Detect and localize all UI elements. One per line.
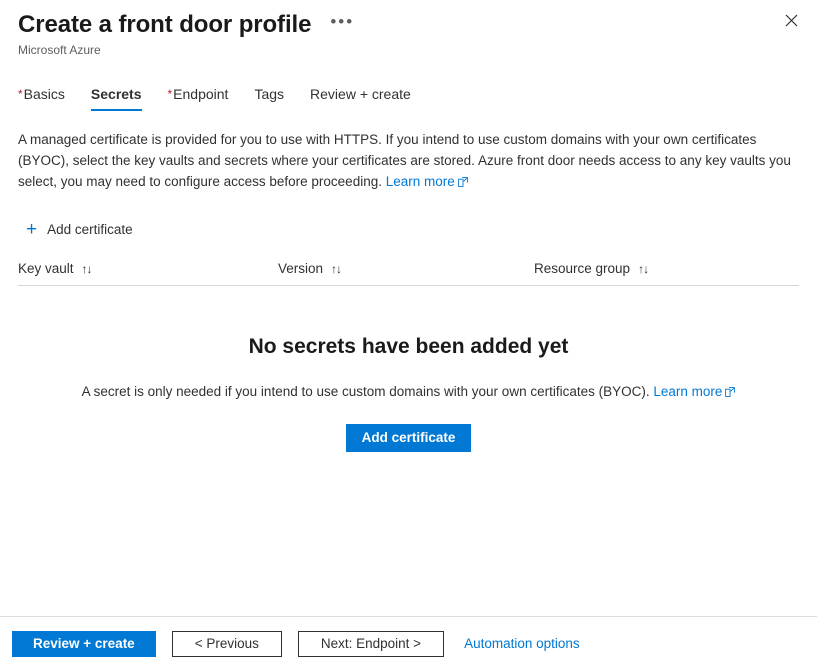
column-header-version-label: Version <box>278 261 324 276</box>
previous-button[interactable]: < Previous <box>171 630 282 657</box>
required-indicator-endpoint: * <box>167 87 173 101</box>
secrets-grid-header: Key vault ↑↓ Version ↑↓ Resource group ↑… <box>18 254 799 286</box>
title-row: Create a front door profile ••• <box>18 10 817 40</box>
review-create-button[interactable]: Review + create <box>12 630 156 657</box>
learn-more-label-empty-state: Learn more <box>653 384 723 399</box>
empty-state-title: No secrets have been added yet <box>248 335 569 358</box>
automation-options-link[interactable]: Automation options <box>464 636 580 651</box>
blade-header: Create a front door profile ••• Microsof… <box>0 0 817 58</box>
empty-state-subtitle-text: A secret is only needed if you intend to… <box>81 384 650 399</box>
tab-review-create-label: Review + create <box>310 86 411 102</box>
tab-endpoint[interactable]: *Endpoint <box>168 84 229 111</box>
tab-endpoint-label: Endpoint <box>173 86 229 102</box>
tab-tags-label: Tags <box>254 86 285 102</box>
required-indicator-basics: * <box>18 87 23 101</box>
empty-state: No secrets have been added yet A secret … <box>18 333 799 452</box>
column-header-key-vault[interactable]: Key vault ↑↓ <box>18 261 278 276</box>
sort-icon-key-vault: ↑↓ <box>81 261 93 276</box>
column-header-key-vault-label: Key vault <box>18 261 74 276</box>
learn-more-label-description: Learn more <box>385 174 455 189</box>
tab-secrets-label: Secrets <box>90 86 142 102</box>
secrets-description: A managed certificate is provided for yo… <box>18 129 799 192</box>
tab-secrets[interactable]: Secrets <box>90 84 142 111</box>
close-icon[interactable] <box>778 7 804 33</box>
tab-basics[interactable]: *Basics <box>18 84 65 111</box>
tab-bar: *Basics Secrets *Endpoint Tags Review + … <box>0 83 817 111</box>
tab-tags[interactable]: Tags <box>254 84 284 111</box>
add-certificate-command-label: Add certificate <box>47 221 133 237</box>
column-header-resource-group-label: Resource group <box>534 261 631 276</box>
command-bar: + Add certificate <box>18 214 799 244</box>
tab-review-create[interactable]: Review + create <box>310 84 411 111</box>
tab-basics-label: Basics <box>23 86 65 102</box>
wizard-footer: Review + create < Previous Next: Endpoin… <box>0 616 817 670</box>
learn-more-link-description[interactable]: Learn more <box>386 174 468 189</box>
column-header-version[interactable]: Version ↑↓ <box>278 261 534 276</box>
page-title: Create a front door profile <box>18 11 312 38</box>
external-link-icon <box>725 387 736 397</box>
next-endpoint-button[interactable]: Next: Endpoint > <box>297 630 445 657</box>
sort-icon-resource-group: ↑↓ <box>638 261 649 276</box>
sort-icon-version: ↑↓ <box>331 261 342 276</box>
empty-state-subtitle: A secret is only needed if you intend to… <box>18 382 799 402</box>
learn-more-link-empty-state[interactable]: Learn more <box>653 384 736 399</box>
page-subtitle: Microsoft Azure <box>18 43 101 57</box>
add-certificate-command[interactable]: + Add certificate <box>18 218 139 241</box>
add-certificate-button[interactable]: Add certificate <box>345 424 472 452</box>
more-options-icon[interactable]: ••• <box>327 13 357 37</box>
blade-content: A managed certificate is provided for yo… <box>0 129 817 452</box>
plus-icon: + <box>26 218 38 240</box>
external-link-icon <box>457 177 468 187</box>
column-header-resource-group[interactable]: Resource group ↑↓ <box>534 261 794 276</box>
